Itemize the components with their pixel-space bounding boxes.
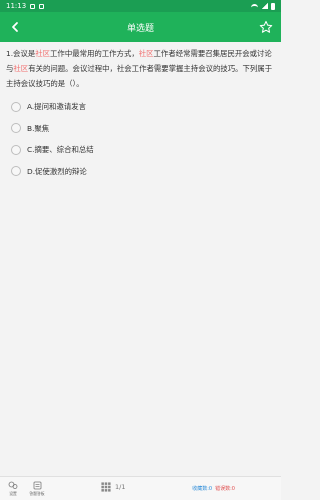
question-segment: 1.会议是 (6, 49, 36, 58)
page-title: 单选题 (126, 23, 154, 34)
pager-count: 1/1 (115, 483, 126, 491)
favorite-button[interactable] (251, 12, 281, 42)
radio-button[interactable] (11, 144, 21, 155)
answer-sheet-icon (33, 481, 41, 489)
gear-icon (8, 481, 18, 489)
option-label: D.促使激烈的辩论 (27, 166, 87, 176)
option-label: C.摘要、综合和总结 (27, 145, 94, 155)
status-time: 11:13 (6, 2, 27, 10)
favorite-count: 收藏数:0 (192, 486, 213, 492)
app-bar: 单选题 (0, 12, 281, 42)
grid-icon (101, 482, 111, 492)
option-label: B.聚焦 (27, 123, 50, 133)
option-b[interactable]: B.聚焦 (11, 118, 275, 140)
answer-options: A.提问和邀请发言 B.聚焦 C.摘要、综合和总结 D.促使激烈的辩论 (6, 96, 275, 182)
battery-icon (271, 2, 275, 10)
stats: 收藏数:0 错误数:0 (192, 485, 235, 492)
option-d[interactable]: D.促使激烈的辩论 (11, 161, 275, 183)
answer-sheet-button[interactable]: 答题答板 (26, 481, 48, 497)
question-highlight: 社区 (138, 49, 154, 58)
radio-button[interactable] (11, 101, 21, 112)
signal-icon (261, 3, 268, 9)
radio-button[interactable] (11, 166, 21, 177)
option-c[interactable]: C.摘要、综合和总结 (11, 139, 275, 161)
settings-label: 设置 (9, 490, 17, 496)
back-button[interactable] (0, 12, 30, 42)
question-pager[interactable]: 1/1 (101, 482, 125, 492)
question-highlight: 社区 (13, 64, 29, 73)
wrong-count: 错误数:0 (215, 486, 235, 492)
chevron-left-icon (12, 22, 18, 32)
notification-icon (39, 3, 45, 9)
radio-button[interactable] (11, 123, 21, 134)
question-segment: 有关的问题。会议过程中，社会工作者需要掌握主持会议的技巧。下列属于主持会议技巧的… (6, 64, 273, 88)
status-bar: 11:13 (0, 0, 281, 12)
star-outline-icon (259, 20, 273, 33)
question-highlight: 社区 (35, 49, 51, 58)
question-text: 1.会议是社区工作中最常用的工作方式，社区工作者经常需要召集居民开会或讨论与社区… (6, 46, 275, 91)
bottom-bar: 设置 答题答板 1/1 收藏数:0 错误数:0 (0, 476, 281, 500)
question-segment: 工作中最常用的工作方式， (50, 49, 139, 58)
option-label: A.提问和邀请发言 (27, 102, 87, 112)
answer-sheet-label: 答题答板 (29, 490, 45, 496)
option-a[interactable]: A.提问和邀请发言 (11, 96, 275, 118)
question-area: 1.会议是社区工作中最常用的工作方式，社区工作者经常需要召集居民开会或讨论与社区… (0, 42, 281, 182)
settings-button[interactable]: 设置 (2, 481, 24, 497)
notification-icon (30, 3, 36, 9)
wifi-icon (251, 3, 258, 9)
